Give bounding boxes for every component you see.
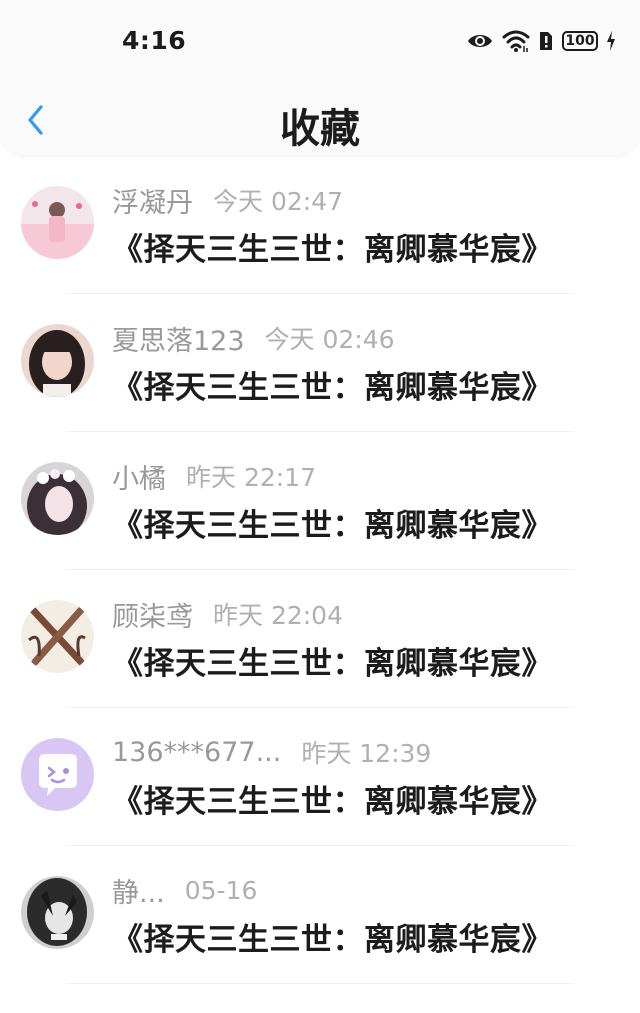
user-name[interactable]: 小橘 [112,457,166,496]
status-icons: 100 [466,27,616,55]
header: 4:16 100 收藏 [0,0,640,155]
charging-icon [606,30,616,52]
user-name[interactable]: 136***677... [112,737,281,768]
status-time: 4:16 [122,26,187,55]
wifi-icon [502,29,530,53]
timestamp: 05-16 [184,875,258,905]
item-meta: 夏思落123 今天 02:46 [112,319,395,358]
status-bar: 4:16 100 [0,0,640,80]
user-name[interactable]: 浮凝丹 [112,181,193,220]
sim-alert-icon [538,30,554,52]
avatar[interactable] [21,600,94,673]
item-meta: 浮凝丹 今天 02:47 [112,181,343,220]
divider [66,983,574,984]
timestamp: 今天 02:46 [264,325,395,354]
list-item[interactable]: 浮凝丹 今天 02:47 《择天三生三世：离卿慕华宸》 [0,156,640,294]
item-meta: 小橘 昨天 22:17 [112,457,316,496]
user-name[interactable]: 静... [112,871,165,910]
book-title[interactable]: 《择天三生三世：离卿慕华宸》 [112,362,553,407]
avatar[interactable] [21,462,94,535]
timestamp: 昨天 22:17 [186,463,316,492]
item-meta: 顾柒鸢 昨天 22:04 [112,595,343,634]
item-meta: 136***677... 昨天 12:39 [112,734,431,770]
timestamp: 今天 02:47 [213,187,343,216]
list-item[interactable]: 静... 05-16 《择天三生三世：离卿慕华宸》 [0,846,640,984]
page-title: 收藏 [280,106,360,152]
battery-icon: 100 [562,31,598,51]
nav-bar: 收藏 [0,90,640,160]
avatar[interactable] [21,876,94,949]
timestamp: 昨天 12:39 [301,739,432,768]
book-title[interactable]: 《择天三生三世：离卿慕华宸》 [112,776,553,821]
avatar[interactable] [21,186,94,259]
user-name[interactable]: 夏思落123 [112,319,245,358]
item-meta: 静... 05-16 [112,871,258,910]
list-item[interactable]: 顾柒鸢 昨天 22:04 《择天三生三世：离卿慕华宸》 [0,570,640,708]
book-title[interactable]: 《择天三生三世：离卿慕华宸》 [112,914,553,959]
avatar[interactable] [21,324,94,397]
timestamp: 昨天 22:04 [213,601,343,630]
book-title[interactable]: 《择天三生三世：离卿慕华宸》 [112,224,553,269]
avatar[interactable] [21,738,94,811]
list-item[interactable]: 小橘 昨天 22:17 《择天三生三世：离卿慕华宸》 [0,432,640,570]
book-title[interactable]: 《择天三生三世：离卿慕华宸》 [112,500,553,545]
book-title[interactable]: 《择天三生三世：离卿慕华宸》 [112,638,553,683]
list-item[interactable]: 136***677... 昨天 12:39 《择天三生三世：离卿慕华宸》 [0,708,640,846]
favorites-list: 浮凝丹 今天 02:47 《择天三生三世：离卿慕华宸》 夏思落123 今天 02… [0,156,640,984]
eye-icon [466,31,494,51]
user-name[interactable]: 顾柒鸢 [112,595,193,634]
list-item[interactable]: 夏思落123 今天 02:46 《择天三生三世：离卿慕华宸》 [0,294,640,432]
